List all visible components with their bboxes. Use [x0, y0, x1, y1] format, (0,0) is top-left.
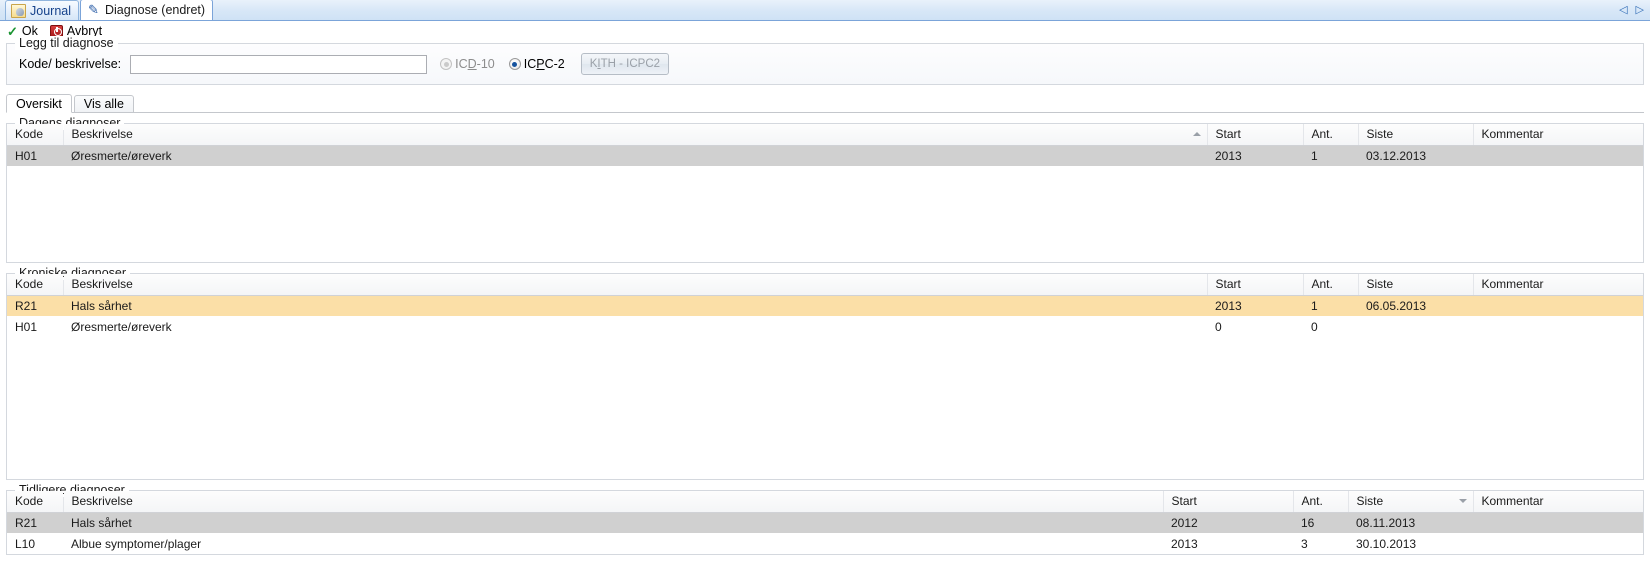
radio-icpc2-label: ICPC-2 — [523, 57, 565, 71]
col-header-ant[interactable]: Ant. — [1293, 491, 1349, 513]
add-diagnosis-panel: Legg til diagnose Kode/ beskrivelse: ICD… — [6, 36, 1644, 85]
cell-ant: 1 — [1303, 295, 1358, 316]
col-header-start[interactable]: Start — [1207, 124, 1304, 146]
window-tab-label: Journal — [30, 3, 71, 18]
cell-start: 0 — [1215, 319, 1222, 334]
cell-beskrivelse: Øresmerte/øreverk — [63, 145, 1207, 166]
cell-ant: 0 — [1311, 319, 1318, 334]
col-header-siste[interactable]: Siste — [1348, 491, 1474, 513]
cell-kode: H01 — [15, 319, 38, 334]
add-diagnosis-legend: Legg til diagnose — [15, 36, 118, 50]
col-header-start[interactable]: Start — [1163, 491, 1294, 513]
sort-ascending-icon — [1192, 132, 1201, 137]
toolbar: ✓ Ok Avbryt — [0, 21, 1650, 41]
cell-beskrivelse: Albue symptomer/plager — [71, 536, 202, 551]
window-tab-journal[interactable]: Journal — [5, 0, 79, 20]
tab-vis-alle-label: Vis alle — [83, 97, 124, 111]
col-header-kommentar[interactable]: Kommentar — [1473, 124, 1643, 146]
col-header-siste[interactable]: Siste — [1358, 124, 1474, 146]
cell-start: 2012 — [1163, 512, 1293, 533]
cell-ant: 3 — [1301, 536, 1308, 551]
tab-scroll-left-icon[interactable]: ◁ — [1619, 3, 1627, 16]
cell-ant: 16 — [1293, 512, 1348, 533]
section-kroniske-diagnoser: Kroniske diagnoser Kode Beskrivelse Star… — [6, 266, 1644, 480]
col-header-beskrivelse[interactable]: Beskrivelse — [63, 491, 1164, 513]
table-row[interactable]: H01 Øresmerte/øreverk 2013 1 03.12.2013 — [7, 145, 1643, 166]
grid-kroniske-diagnoser: Kode Beskrivelse Start Ant. Siste Kommen… — [7, 274, 1643, 337]
tab-oversikt[interactable]: Oversikt — [6, 94, 72, 113]
cell-kode: R21 — [7, 295, 63, 316]
col-header-beskrivelse[interactable]: Beskrivelse — [63, 124, 1208, 146]
cell-kode: L10 — [15, 536, 36, 551]
radio-icd10-dot — [440, 58, 453, 70]
radio-icd10-label: ICD-10 — [455, 57, 495, 71]
cell-start: 2013 — [1207, 295, 1303, 316]
cell-beskrivelse: Øresmerte/øreverk — [71, 319, 172, 334]
coding-system-radio-group: ICD-10 ICPC-2 — [440, 57, 565, 71]
cell-kommentar — [1473, 316, 1643, 337]
tab-scroll-controls: ◁ ▷ — [1619, 3, 1644, 16]
col-header-kommentar[interactable]: Kommentar — [1473, 274, 1643, 296]
radio-icd10[interactable]: ICD-10 — [440, 57, 495, 71]
cell-kommentar — [1473, 533, 1643, 554]
sort-descending-icon — [1458, 499, 1467, 504]
cell-kommentar — [1473, 145, 1643, 166]
cell-beskrivelse: Hals sårhet — [63, 512, 1163, 533]
cell-kommentar — [1473, 295, 1643, 316]
tab-vis-alle[interactable]: Vis alle — [73, 95, 134, 113]
radio-icpc2[interactable]: ICPC-2 — [508, 57, 565, 71]
cell-ant: 1 — [1303, 145, 1358, 166]
cell-start: 2013 — [1207, 145, 1303, 166]
tab-oversikt-label: Oversikt — [16, 96, 62, 111]
view-tabs: Oversikt Vis alle — [6, 94, 1650, 113]
table-row[interactable]: R21 Hals sårhet 2013 1 06.05.2013 — [7, 295, 1643, 316]
radio-icpc2-dot — [508, 58, 521, 70]
cell-kode: R21 — [7, 512, 63, 533]
grid-empty-area — [7, 337, 1643, 479]
window-tab-strip: Journal ✎ Diagnose (endret) ◁ ▷ — [0, 0, 1650, 21]
col-header-ant[interactable]: Ant. — [1303, 124, 1359, 146]
cell-siste — [1358, 316, 1473, 337]
code-description-input[interactable] — [130, 54, 428, 74]
col-header-beskrivelse[interactable]: Beskrivelse — [63, 274, 1208, 296]
cell-beskrivelse: Hals sårhet — [63, 295, 1207, 316]
diagnosis-icon: ✎ — [88, 2, 99, 17]
journal-icon — [11, 3, 26, 18]
kith-icpc2-button[interactable]: KITH - ICPC2 — [580, 53, 670, 75]
cell-siste: 03.12.2013 — [1358, 145, 1473, 166]
cell-start: 2013 — [1171, 536, 1198, 551]
grid-dagens-diagnoser: Kode Beskrivelse Start Ant. Siste Kommen… — [7, 124, 1643, 166]
grid-header-row: Kode Beskrivelse Start Ant. Siste Kommen… — [7, 491, 1643, 513]
col-header-kode[interactable]: Kode — [7, 274, 64, 296]
code-field-label: Kode/ beskrivelse: — [19, 57, 122, 71]
window-tab-diagnose[interactable]: ✎ Diagnose (endret) — [80, 0, 214, 20]
section-tidligere-diagnoser: Tidligere diagnoser Kode Beskrivelse Sta… — [6, 483, 1644, 555]
table-row[interactable]: R21 Hals sårhet 2012 16 08.11.2013 — [7, 512, 1643, 533]
cell-siste: 08.11.2013 — [1348, 512, 1473, 533]
cell-siste: 06.05.2013 — [1358, 295, 1473, 316]
grid-empty-area — [7, 166, 1643, 262]
col-header-siste[interactable]: Siste — [1358, 274, 1474, 296]
cell-kommentar — [1473, 512, 1643, 533]
section-dagens-diagnoser: Dagens diagnoser Kode Beskrivelse Start … — [6, 116, 1644, 263]
table-row[interactable]: H01 Øresmerte/øreverk 0 0 — [7, 316, 1643, 337]
grid-tidligere-diagnoser: Kode Beskrivelse Start Ant. Siste Kommen… — [7, 491, 1643, 554]
col-header-ant[interactable]: Ant. — [1303, 274, 1359, 296]
grid-header-row: Kode Beskrivelse Start Ant. Siste Kommen… — [7, 124, 1643, 146]
col-header-kode[interactable]: Kode — [7, 491, 64, 513]
table-row[interactable]: L10 Albue symptomer/plager 2013 3 30.10.… — [7, 533, 1643, 554]
col-header-kommentar[interactable]: Kommentar — [1473, 491, 1643, 513]
col-header-start[interactable]: Start — [1207, 274, 1304, 296]
col-header-kode[interactable]: Kode — [7, 124, 64, 146]
grid-header-row: Kode Beskrivelse Start Ant. Siste Kommen… — [7, 274, 1643, 296]
window-tab-label: Diagnose (endret) — [105, 3, 206, 17]
cell-kode: H01 — [7, 145, 63, 166]
cell-siste: 30.10.2013 — [1356, 536, 1417, 551]
tab-scroll-right-icon[interactable]: ▷ — [1636, 3, 1644, 16]
